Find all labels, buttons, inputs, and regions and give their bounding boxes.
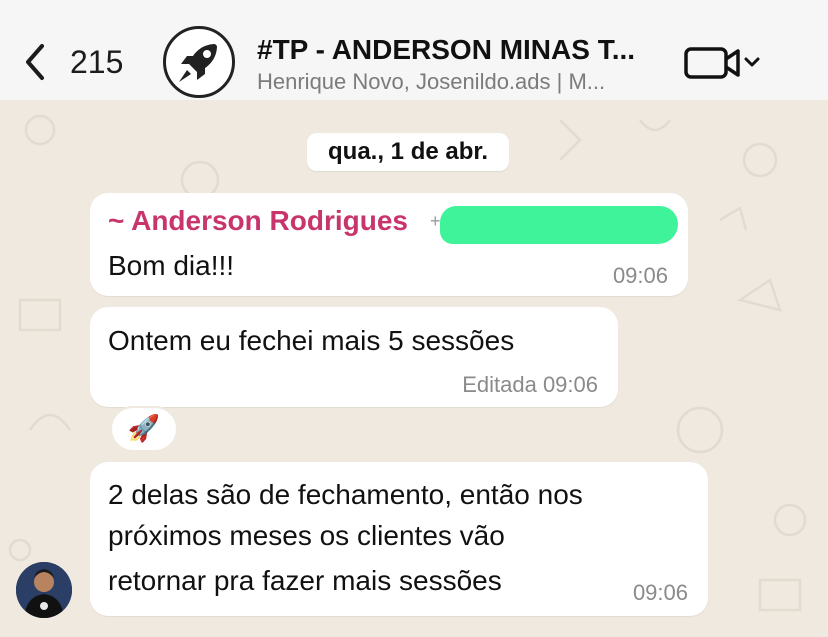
- message-time: Editada 09:06: [462, 372, 598, 397]
- message-text: Bom dia!!!: [108, 250, 235, 281]
- redacted-phone: [440, 206, 678, 244]
- message-bubble[interactable]: ~ Anderson Rodrigues + Bom dia!!! 09:06: [90, 193, 688, 296]
- group-avatar[interactable]: [163, 26, 235, 98]
- chat-title[interactable]: #TP - ANDERSON MINAS T...: [257, 34, 635, 66]
- video-call-button[interactable]: [684, 43, 764, 83]
- sender-avatar[interactable]: [16, 562, 72, 618]
- message-reaction[interactable]: 🚀: [110, 406, 178, 452]
- message-line: retornar pra fazer mais sessões: [108, 565, 502, 596]
- rocket-icon: [179, 44, 217, 82]
- chat-header: 215 #TP - ANDERSON MINAS T... Henrique N…: [0, 0, 828, 100]
- sender-name[interactable]: ~ Anderson Rodrigues: [108, 205, 408, 237]
- unread-count[interactable]: 215: [70, 44, 123, 81]
- rocket-emoji: 🚀: [127, 414, 161, 444]
- message-time: 09:06: [612, 263, 668, 288]
- message-time: 09:06: [632, 580, 688, 605]
- chevron-down-icon: [744, 57, 760, 67]
- chevron-left-icon: [26, 44, 44, 80]
- message-line: 2 delas são de fechamento, então nos: [108, 479, 583, 510]
- message-line: próximos meses os clientes vão: [108, 520, 505, 551]
- message-text: Ontem eu fechei mais 5 sessões: [108, 325, 515, 356]
- message-bubble[interactable]: Ontem eu fechei mais 5 sessões Editada 0…: [90, 307, 618, 407]
- message-bubble[interactable]: 2 delas são de fechamento, então nos pró…: [90, 462, 708, 616]
- chat-participants[interactable]: Henrique Novo, Josenildo.ads | M...: [257, 69, 605, 95]
- person-avatar-icon: [16, 562, 72, 618]
- sender-phone-prefix: +: [430, 211, 441, 231]
- date-separator: qua., 1 de abr.: [307, 133, 510, 171]
- video-camera-icon: [684, 47, 760, 79]
- back-button[interactable]: [22, 42, 52, 82]
